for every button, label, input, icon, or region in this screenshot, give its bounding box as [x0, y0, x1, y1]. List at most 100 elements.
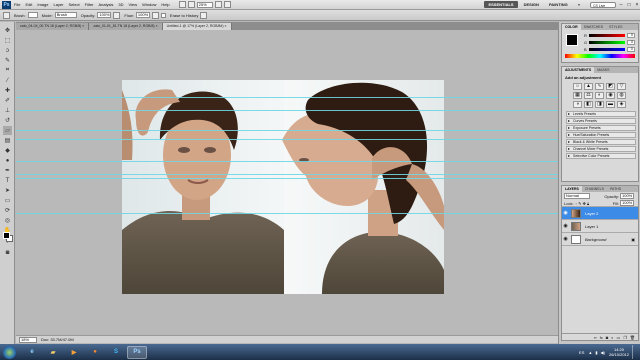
3d-rotate-tool-icon[interactable]: ⟳ [3, 206, 12, 215]
taskbar-folder-icon[interactable]: ▰ [43, 346, 63, 359]
black-white-icon[interactable]: ◐ [595, 92, 604, 99]
guide-line[interactable] [16, 213, 558, 214]
screen-mode-icon[interactable] [223, 1, 231, 8]
zoom-field[interactable]: 18% [19, 336, 37, 343]
threshold-icon[interactable]: ◨ [595, 101, 604, 108]
maximize-icon[interactable]: □ [626, 2, 632, 8]
menu-edit[interactable]: Edit [25, 2, 32, 7]
gradient-tool-icon[interactable]: ▤ [3, 136, 12, 145]
eye-icon[interactable]: ◉ [562, 236, 569, 242]
erase-history-checkbox[interactable] [160, 12, 166, 18]
layer-name[interactable]: Layer 1 [585, 224, 598, 229]
taskbar-skype-icon[interactable]: S [106, 346, 126, 359]
mask-icon[interactable]: ◙ [606, 335, 608, 340]
doc-tab-2[interactable]: zato_01-01_81.TN 18 (Layer 2, RGB/8) × [89, 23, 163, 30]
brush-tool-icon[interactable]: ✐ [3, 96, 12, 105]
preset-channel-mixer[interactable]: Channel Mixer Presets [566, 146, 636, 152]
history-brush-tool-icon[interactable]: ↺ [3, 116, 12, 125]
tab-masks[interactable]: MASKS [594, 67, 612, 73]
menu-window[interactable]: Window [142, 2, 156, 7]
layer-row-layer-2[interactable]: ◉ Layer 2 [562, 207, 638, 220]
doc-tab-1[interactable]: zato_04-04_00.TN 18 (Layer 2, RGB/8) × [16, 23, 90, 30]
preset-exposure[interactable]: Exposure Presets [566, 125, 636, 131]
folder-icon[interactable]: ▭ [617, 335, 621, 340]
curves-icon[interactable]: ∿ [595, 83, 604, 90]
tab-adjustments[interactable]: ADJUSTMENTS [562, 67, 595, 73]
minimize-icon[interactable]: – [618, 2, 624, 8]
gradient-map-icon[interactable]: ▬ [606, 101, 615, 108]
airbrush-icon[interactable] [151, 11, 159, 19]
minibridge-icon[interactable] [187, 1, 195, 8]
clock[interactable]: 14:20 26/10/2012 [609, 347, 629, 357]
b-slider[interactable] [588, 48, 625, 51]
guide-line[interactable] [16, 139, 558, 140]
guide-line[interactable] [16, 178, 558, 179]
g-slider[interactable] [589, 41, 626, 44]
tab-paths[interactable]: PATHS [607, 186, 624, 192]
posterize-icon[interactable]: ◧ [584, 101, 593, 108]
pressure-opacity-icon[interactable] [113, 11, 121, 19]
brightness-icon[interactable]: ☼ [573, 83, 582, 90]
preset-black-white[interactable]: Black & White Presets [566, 139, 636, 145]
language-indicator[interactable]: ES [579, 350, 584, 355]
workspace-more[interactable]: » [574, 1, 584, 8]
workspace-design[interactable]: DESIGN [520, 1, 543, 8]
menu-file[interactable]: File [14, 2, 20, 7]
healing-tool-icon[interactable]: ✚ [3, 86, 12, 95]
stamp-tool-icon[interactable]: ⊥ [3, 106, 12, 115]
blend-mode-select[interactable]: Normal [564, 193, 590, 199]
guide-line[interactable] [16, 130, 558, 131]
network-icon[interactable]: ▮ [595, 350, 597, 355]
levels-icon[interactable]: ▲ [584, 83, 593, 90]
layer-row-background[interactable]: ◉ Background ▣ [562, 233, 638, 246]
start-button[interactable] [3, 345, 16, 359]
link-icon[interactable]: ∞ [594, 335, 597, 340]
color-balance-icon[interactable]: ⚖ [584, 92, 593, 99]
guide-line[interactable] [16, 174, 558, 175]
mode-select[interactable]: Brush [54, 12, 77, 18]
menu-select[interactable]: Select [69, 2, 80, 7]
path-select-tool-icon[interactable]: ➤ [3, 186, 12, 195]
hue-sat-icon[interactable]: ▦ [573, 92, 582, 99]
zoom-select[interactable]: 25% [196, 1, 213, 8]
3d-orbit-tool-icon[interactable]: ◎ [3, 216, 12, 225]
g-value[interactable]: 0 [627, 40, 636, 45]
preset-selective-color[interactable]: Selective Color Presets [566, 153, 636, 159]
menu-view[interactable]: View [129, 2, 138, 7]
trash-icon[interactable]: 🗑︎ [630, 335, 635, 340]
color-preview[interactable] [566, 34, 578, 46]
quick-mask-icon[interactable]: ◙ [3, 248, 12, 257]
blur-tool-icon[interactable]: ◆ [3, 146, 12, 155]
guide-line[interactable] [16, 110, 558, 111]
volume-icon[interactable]: ◀) [601, 350, 605, 355]
taskbar-firefox-icon[interactable]: ● [85, 346, 105, 359]
opacity-field[interactable]: 100% [97, 12, 112, 18]
move-tool-icon[interactable]: ✥ [3, 26, 12, 35]
layer-name[interactable]: Layer 2 [585, 211, 598, 216]
pressure-size-icon[interactable] [200, 11, 208, 19]
taskbar-photoshop-icon[interactable]: Ps [127, 345, 147, 359]
hand-icon[interactable] [214, 1, 222, 8]
menu-3d[interactable]: 3D [118, 2, 123, 7]
doc-size-info[interactable]: Doc: 33.7M/47.0M [41, 337, 74, 342]
pen-tool-icon[interactable]: ✒ [3, 166, 12, 175]
r-slider[interactable] [588, 34, 625, 37]
menu-filter[interactable]: Filter [85, 2, 94, 7]
guide-line[interactable] [16, 161, 558, 162]
preset-curves[interactable]: Curves Presets [566, 118, 636, 124]
bridge-icon[interactable] [178, 1, 186, 8]
menu-image[interactable]: Image [37, 2, 48, 7]
exposure-icon[interactable]: ◩ [606, 83, 615, 90]
show-desktop-button[interactable] [632, 345, 637, 359]
lock-icons[interactable]: ▫ ✎ ✥ 🔒︎ [576, 201, 590, 206]
tab-color[interactable]: COLOR [562, 24, 581, 30]
foreground-color-swatch[interactable] [3, 232, 10, 239]
menu-layer[interactable]: Layer [53, 2, 63, 7]
doc-tab-3[interactable]: Untitled-1 @ 17% (Layer 2, RGB/8#) × [162, 23, 232, 30]
taskbar-media-icon[interactable]: ▶ [64, 346, 84, 359]
tab-channels[interactable]: CHANNELS [582, 186, 607, 192]
workspace-painting[interactable]: PAINTING [545, 1, 572, 8]
lasso-tool-icon[interactable]: ↄ [3, 46, 12, 55]
eye-icon[interactable]: ◉ [562, 223, 569, 229]
document-canvas[interactable] [122, 80, 444, 294]
